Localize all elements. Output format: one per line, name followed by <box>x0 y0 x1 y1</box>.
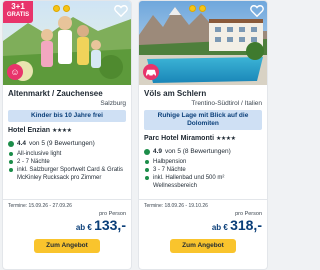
to-offer-button[interactable]: Zum Angebot <box>34 239 100 253</box>
car-icon <box>143 64 159 80</box>
price-prefix: ab € <box>211 223 231 232</box>
price-prefix: ab € <box>75 223 95 232</box>
highlight-banner: Kinder bis 10 Jahre frei <box>8 110 126 122</box>
award-badge-icon <box>63 5 70 12</box>
rating-value: 4.9 <box>153 148 163 155</box>
promo-badge: 3+1 GRATIS <box>3 1 33 23</box>
dates: Termine: 18.09.26 - 19.10.26 <box>144 203 208 209</box>
award-badge-icon <box>53 5 60 12</box>
hotel-name-text: Parc Hotel Miramonti <box>144 135 215 142</box>
feature-item: 2 - 7 Nächte <box>8 158 126 166</box>
rating-text: von 5 (8 Bewertungen) <box>165 148 231 155</box>
feature-item: inkl. Hallenbad und 500 m² Wellnessberei… <box>144 174 262 190</box>
award-badges <box>189 5 206 12</box>
to-offer-button[interactable]: Zum Angebot <box>170 239 236 253</box>
promo-badge-sub: GRATIS <box>6 12 30 18</box>
hotel-stars: ★★★★ <box>215 136 236 142</box>
feature-item: All-inclusive light <box>8 150 126 158</box>
feature-item: inkl. Salzburger Sportwelt Card & Gratis… <box>8 166 126 182</box>
award-badges <box>53 5 70 12</box>
highlight-banner: Ruhige Lage mit Blick auf die Dolomiten <box>144 110 262 130</box>
price-amount: 318,- <box>230 217 262 233</box>
award-badge-icon <box>199 5 206 12</box>
award-badge-icon <box>189 5 196 12</box>
hotel-name: Hotel Enzian ★★★★ <box>8 126 126 136</box>
price: ab € 133,- <box>8 218 126 235</box>
price-amount: 133,- <box>94 217 126 233</box>
hotel-name: Parc Hotel Miramonti ★★★★ <box>144 134 262 144</box>
offer-card-2[interactable]: Völs am Schlern Trentino-Südtirol / Ital… <box>138 0 268 270</box>
location-title: Völs am Schlern <box>144 89 207 98</box>
location-region: Salzburg <box>100 100 126 107</box>
promo-badge-main: 3+1 <box>11 2 25 11</box>
offer-image-1[interactable]: 3+1 GRATIS ☺ <box>3 1 131 85</box>
location-region: Trentino-Südtirol / Italien <box>191 100 262 107</box>
dates: Termine: 15.09.26 - 27.09.26 <box>8 203 72 209</box>
location-title: Altenmarkt / Zauchensee <box>8 89 103 98</box>
offer-card-1[interactable]: 3+1 GRATIS ☺ Altenmarkt / Zauchensee Sal… <box>2 0 132 270</box>
rating: 4.4 von 5 (9 Bewertungen) <box>8 139 126 148</box>
offer-image-2[interactable] <box>139 1 267 85</box>
feature-list: All-inclusive light 2 - 7 Nächte inkl. S… <box>8 150 126 182</box>
price: ab € 318,- <box>144 218 262 235</box>
hotel-stars: ★★★★ <box>51 128 72 134</box>
rating: 4.9 von 5 (8 Bewertungen) <box>144 147 262 156</box>
rating-text: von 5 (9 Bewertungen) <box>29 140 95 147</box>
rating-dot-icon <box>144 148 150 155</box>
rating-dot-icon <box>8 140 14 147</box>
feature-list: Halbpension 3 - 7 Nächte inkl. Hallenbad… <box>144 158 262 190</box>
card-footer: Termine: 15.09.26 - 27.09.26 pro Person … <box>3 199 131 253</box>
heart-icon[interactable] <box>114 4 128 18</box>
feature-item: Halbpension <box>144 158 262 166</box>
heart-icon[interactable] <box>250 4 264 18</box>
rating-value: 4.4 <box>17 140 27 147</box>
feature-item: 3 - 7 Nächte <box>144 166 262 174</box>
card-footer: Termine: 18.09.26 - 19.10.26 pro Person … <box>139 199 267 253</box>
hotel-name-text: Hotel Enzian <box>8 127 51 134</box>
family-icon: ☺ <box>7 64 23 80</box>
